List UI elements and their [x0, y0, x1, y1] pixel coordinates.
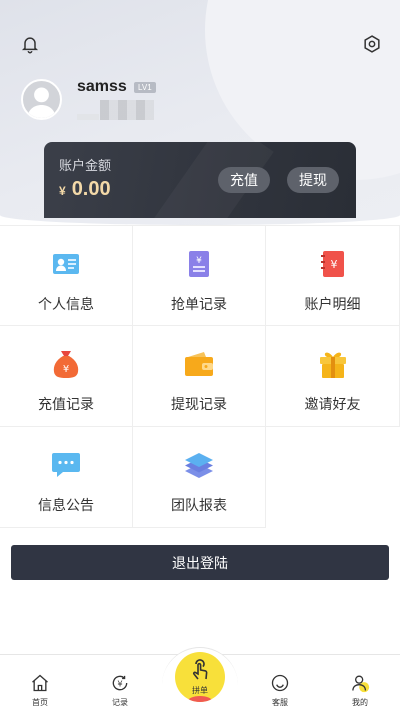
wallet-icon — [183, 348, 215, 380]
avatar[interactable] — [21, 79, 62, 120]
nav-label: 客服 — [272, 698, 288, 707]
menu-label: 信息公告 — [38, 497, 94, 513]
menu-item-account-details[interactable]: ¥ 账户明细 — [266, 225, 400, 326]
menu-item-withdraw-records[interactable]: 提现记录 — [133, 326, 266, 427]
nav-label: 我的 — [352, 698, 368, 707]
menu-item-announcements[interactable]: 信息公告 — [0, 427, 133, 528]
yen-circle-icon: ¥ — [109, 672, 131, 694]
nav-center-label: 拼单 — [192, 686, 208, 695]
menu-label: 提现记录 — [171, 396, 227, 412]
svg-text:¥: ¥ — [196, 256, 202, 266]
menu-item-team-report[interactable]: 团队报表 — [133, 427, 266, 528]
menu-item-invite-friends[interactable]: 邀请好友 — [266, 326, 400, 427]
currency-symbol: ¥ — [59, 184, 66, 198]
withdraw-button[interactable]: 提现 — [287, 167, 339, 193]
balance-card: 账户金额 ¥0.00 充值 提现 — [44, 142, 356, 218]
masked-user-id — [100, 100, 154, 120]
gear-icon[interactable] — [360, 32, 384, 56]
menu-label: 账户明细 — [304, 296, 361, 312]
bell-icon[interactable] — [18, 32, 42, 56]
user-icon — [349, 672, 371, 694]
menu-label: 抢单记录 — [171, 296, 227, 312]
svg-text:¥: ¥ — [117, 678, 122, 688]
nav-item-home[interactable]: 首页 — [0, 655, 80, 711]
nav-label: 首页 — [32, 698, 48, 707]
menu-item-personal-info[interactable]: 个人信息 — [0, 225, 133, 326]
home-icon — [29, 672, 51, 694]
smile-icon — [269, 672, 291, 694]
menu-item-grab-records[interactable]: ¥ 抢单记录 — [133, 225, 266, 326]
nav-item-service[interactable]: 客服 — [240, 655, 320, 711]
menu-label: 充值记录 — [38, 396, 94, 412]
balance-number: 0.00 — [71, 178, 111, 200]
balance-amount: ¥0.00 — [59, 178, 111, 201]
account-book-icon: ¥ — [317, 248, 349, 280]
menu-label: 邀请好友 — [304, 396, 361, 412]
balance-label: 账户金额 — [59, 158, 112, 173]
nav-label: 记录 — [112, 698, 128, 707]
menu-label: 团队报表 — [171, 497, 227, 513]
recharge-button[interactable]: 充值 — [218, 167, 270, 193]
yen-document-icon: ¥ — [183, 248, 215, 280]
nav-item-records[interactable]: ¥ 记录 — [80, 655, 160, 711]
menu-label: 个人信息 — [38, 296, 94, 312]
username: samss — [77, 78, 127, 95]
user-silhouette-icon — [27, 87, 56, 118]
layers-icon — [183, 449, 215, 481]
svg-text:¥: ¥ — [63, 364, 69, 375]
logout-button[interactable]: 退出登陆 — [11, 545, 389, 580]
masked-user-id-part — [77, 114, 99, 120]
id-card-icon — [50, 248, 82, 280]
nav-item-mine[interactable]: 我的 — [320, 655, 400, 711]
tap-hand-icon — [188, 658, 212, 687]
svg-text:¥: ¥ — [330, 258, 337, 271]
menu-item-recharge-records[interactable]: ¥ 充值记录 — [0, 326, 133, 427]
nav-center-button[interactable]: 拼单 — [175, 652, 225, 702]
message-icon — [50, 449, 82, 481]
gift-icon — [317, 348, 349, 380]
money-bag-icon: ¥ — [50, 348, 82, 380]
level-badge: LV1 — [134, 82, 156, 93]
